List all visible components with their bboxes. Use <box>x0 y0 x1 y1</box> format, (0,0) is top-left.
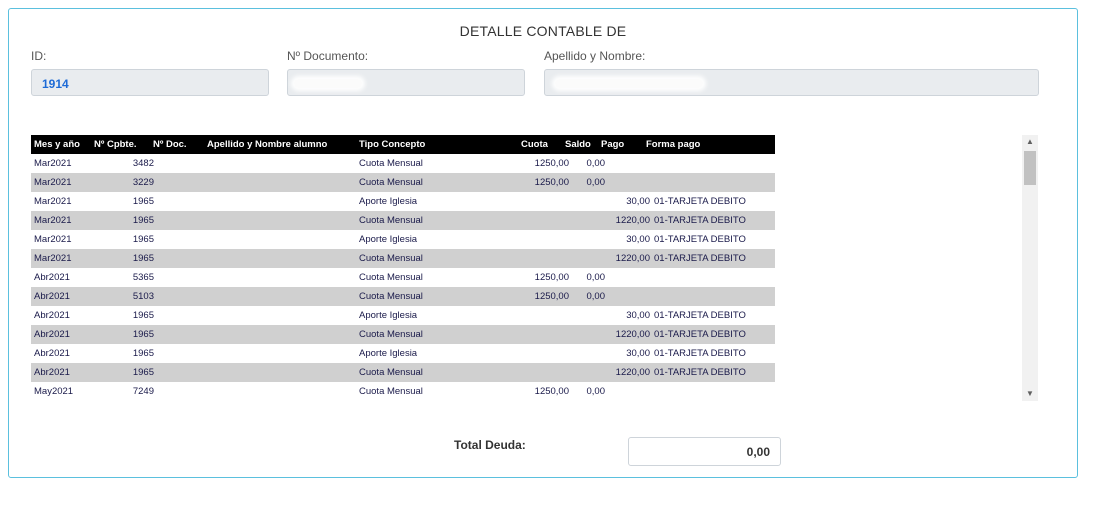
table-row[interactable]: Abr2021 5103 Cuota Mensual 1250,00 0,00 <box>31 287 775 306</box>
cell-forma-pago: 01-TARJETA DEBITO <box>654 329 746 340</box>
cell-pago: 30,00 <box>626 234 650 245</box>
cell-forma-pago: 01-TARJETA DEBITO <box>654 348 746 359</box>
detalle-contable-panel: DETALLE CONTABLE DE ID: 1914 Nº Document… <box>8 8 1078 478</box>
table-row[interactable]: Mar2021 3482 Cuota Mensual 1250,00 0,00 <box>31 154 775 173</box>
col-apellido[interactable]: Apellido y Nombre alumno <box>207 135 327 154</box>
page-title: DETALLE CONTABLE DE <box>459 23 627 39</box>
scroll-thumb[interactable] <box>1024 151 1036 185</box>
col-cuota[interactable]: Cuota <box>521 135 548 154</box>
id-field[interactable]: 1914 <box>31 69 269 96</box>
cell-pago: 30,00 <box>626 310 650 321</box>
col-concepto[interactable]: Tipo Concepto <box>359 135 425 154</box>
grid-body: Mar2021 3482 Cuota Mensual 1250,00 0,00 Mar20… <box>31 154 775 399</box>
table-row[interactable]: Mar2021 1965 Cuota Mensual 1220,00 01-TARJET… <box>31 249 775 268</box>
grid-header: Mes y año Nº Cpbte. Nº Doc. Apellido y N… <box>31 135 775 154</box>
cell-saldo: 0,00 <box>586 177 606 188</box>
cell-pago: 30,00 <box>626 348 650 359</box>
table-row[interactable]: Mar2021 1965 Cuota Mensual 1220,00 01-TARJET… <box>31 211 775 230</box>
id-label: ID: <box>31 49 47 63</box>
nombre-label: Apellido y Nombre: <box>544 49 646 63</box>
cell-pago: 1220,00 <box>615 253 650 264</box>
table-row[interactable]: Abr2021 1965 Aporte Iglesia 30,00 01-TARJETA… <box>31 306 775 325</box>
cell-forma-pago: 01-TARJETA DEBITO <box>654 234 746 245</box>
cell-pago: 1220,00 <box>615 367 650 378</box>
table-row[interactable]: Mar2021 1965 Aporte Iglesia 30,00 01-TARJETA… <box>31 230 775 249</box>
grid-scrollbar[interactable]: ▲ ▼ <box>1022 135 1038 401</box>
cell-pago: 1220,00 <box>615 215 650 226</box>
col-cpbte[interactable]: Nº Cpbte. <box>94 135 137 154</box>
table-row[interactable]: Abr2021 5365 Cuota Mensual 1250,00 0,00 <box>31 268 775 287</box>
cell-saldo: 0,00 <box>586 158 606 169</box>
table-row[interactable]: Abr2021 1965 Cuota Mensual 1220,00 01-TARJET… <box>31 363 775 382</box>
cell-saldo: 0,00 <box>586 272 606 283</box>
documento-field[interactable] <box>287 69 525 96</box>
col-saldo[interactable]: Saldo <box>565 135 591 154</box>
table-row[interactable]: Abr2021 1965 Cuota Mensual 1220,00 01-TARJET… <box>31 325 775 344</box>
col-pago[interactable]: Pago <box>601 135 624 154</box>
redacted-mask <box>294 79 362 88</box>
cell-forma-pago: 01-TARJETA DEBITO <box>654 253 746 264</box>
cell-forma-pago: 01-TARJETA DEBITO <box>654 215 746 226</box>
table-row[interactable]: May2021 7249 Cuota Mensual 1250,00 0,00 <box>31 382 775 399</box>
cell-forma-pago: 01-TARJETA DEBITO <box>654 310 746 321</box>
scroll-down-icon[interactable]: ▼ <box>1022 387 1038 401</box>
nombre-field[interactable] <box>544 69 1039 96</box>
scroll-up-icon[interactable]: ▲ <box>1022 135 1038 149</box>
cell-saldo: 0,00 <box>586 291 606 302</box>
table-row[interactable]: Mar2021 3229 Cuota Mensual 1250,00 0,00 <box>31 173 775 192</box>
col-forma-pago[interactable]: Forma pago <box>646 135 700 154</box>
cell-forma-pago: 01-TARJETA DEBITO <box>654 367 746 378</box>
col-doc[interactable]: Nº Doc. <box>153 135 187 154</box>
cell-forma-pago: 01-TARJETA DEBITO <box>654 196 746 207</box>
table-row[interactable]: Abr2021 1965 Aporte Iglesia 30,00 01-TARJETA… <box>31 344 775 363</box>
cell-saldo: 0,00 <box>586 386 606 397</box>
cell-pago: 1220,00 <box>615 329 650 340</box>
documento-label: Nº Documento: <box>287 49 369 63</box>
total-deuda-field[interactable]: 0,00 <box>628 437 781 466</box>
detalle-grid: Mes y año Nº Cpbte. Nº Doc. Apellido y N… <box>31 135 775 399</box>
redacted-mask <box>555 79 703 88</box>
col-mes[interactable]: Mes y año <box>34 135 80 154</box>
total-deuda-label: Total Deuda: <box>454 438 526 452</box>
cell-pago: 30,00 <box>626 196 650 207</box>
table-row[interactable]: Mar2021 1965 Aporte Iglesia 30,00 01-TARJETA… <box>31 192 775 211</box>
